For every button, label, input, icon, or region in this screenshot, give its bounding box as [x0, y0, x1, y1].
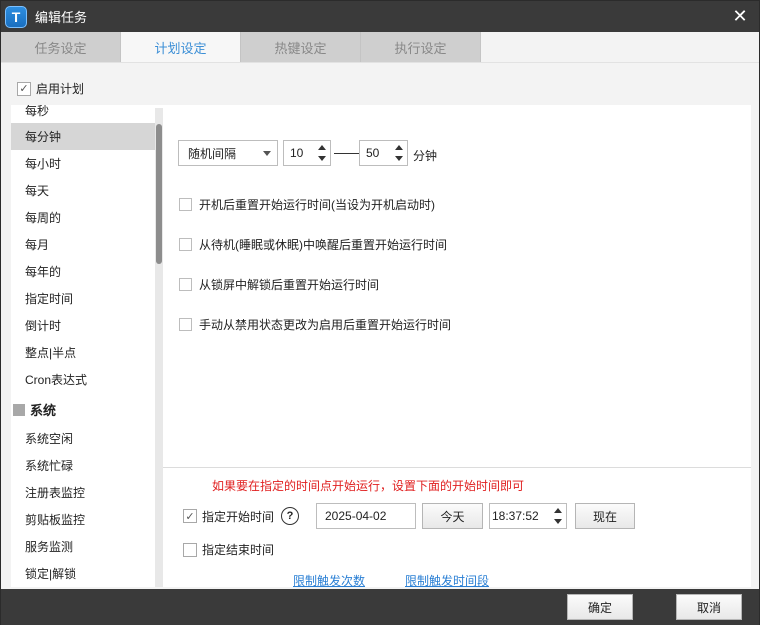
option-reset-on-boot[interactable]: 开机后重置开始运行时间(当设为开机启动时): [179, 196, 435, 213]
list-item-every-second[interactable]: 每秒: [11, 105, 155, 124]
tab-execution-settings[interactable]: 执行设定: [361, 32, 481, 62]
list-item-system-busy[interactable]: 系统忙碌: [11, 452, 155, 479]
ok-button[interactable]: 确定: [567, 594, 633, 620]
start-time-row[interactable]: ✓ 指定开始时间 ?: [183, 507, 300, 525]
stepper-arrows[interactable]: [393, 143, 405, 163]
dialog-footer: 确定 取消: [1, 589, 759, 625]
end-time-row[interactable]: 指定结束时间: [183, 541, 274, 558]
app-logo-icon: T: [5, 5, 27, 28]
increment-icon[interactable]: [554, 508, 562, 513]
cancel-button[interactable]: 取消: [676, 594, 742, 620]
option-label: 开机后重置开始运行时间(当设为开机启动时): [199, 198, 435, 212]
end-time-label: 指定结束时间: [202, 543, 275, 557]
enable-plan-label: 启用计划: [36, 82, 85, 96]
help-icon[interactable]: ?: [281, 507, 300, 525]
list-group-system[interactable]: 系统: [11, 396, 155, 423]
stepper-arrows[interactable]: [316, 143, 328, 163]
option-reset-on-enable[interactable]: 手动从禁用状态更改为启用后重置开始运行时间: [179, 316, 451, 333]
schedule-type-list: 每秒 每分钟 每小时 每天 每周的 每月 每年的 指定时间 倒计时 整点|半点 …: [11, 105, 163, 587]
option-label: 从锁屏中解锁后重置开始运行时间: [199, 278, 380, 292]
list-item-every-minute[interactable]: 每分钟: [11, 123, 155, 150]
list-item-monthly[interactable]: 每月: [11, 231, 155, 258]
list-item-specified-time[interactable]: 指定时间: [11, 285, 155, 312]
list-item-cron[interactable]: Cron表达式: [11, 366, 155, 393]
interval-mode-select[interactable]: 随机间隔: [178, 140, 278, 166]
interval-min-value: 10: [290, 146, 304, 160]
decrement-icon[interactable]: [395, 156, 403, 161]
option-checkbox[interactable]: [179, 318, 192, 331]
limit-count-link[interactable]: 限制触发次数: [293, 572, 365, 589]
list-item-clipboard-monitor[interactable]: 剪贴板监控: [11, 506, 155, 533]
start-time-stepper[interactable]: 18:37:52: [489, 503, 567, 529]
today-button[interactable]: 今天: [422, 503, 483, 529]
list-item-weekly[interactable]: 每周的: [11, 204, 155, 231]
limit-period-link[interactable]: 限制触发时间段: [405, 572, 489, 589]
start-date-field[interactable]: 2025-04-02: [316, 503, 416, 529]
list-item-lock-unlock[interactable]: 锁定|解锁: [11, 560, 155, 587]
interval-min-stepper[interactable]: 10: [283, 140, 331, 166]
end-time-checkbox[interactable]: [183, 542, 197, 557]
interval-unit: 分钟: [413, 149, 438, 163]
list-item-on-the-hour[interactable]: 整点|半点: [11, 339, 155, 366]
tab-task-settings[interactable]: 任务设定: [1, 32, 121, 62]
option-checkbox[interactable]: [179, 278, 192, 291]
group-label: 系统: [30, 403, 57, 418]
stepper-arrows[interactable]: [552, 506, 564, 526]
increment-icon[interactable]: [318, 145, 326, 150]
option-checkbox[interactable]: [179, 238, 192, 251]
close-icon[interactable]: ✕: [729, 4, 751, 28]
now-button[interactable]: 现在: [575, 503, 635, 529]
list-item-registry-monitor[interactable]: 注册表监控: [11, 479, 155, 506]
collapse-icon: [13, 403, 25, 416]
list-scrollbar-thumb[interactable]: [156, 124, 162, 264]
list-item-every-day[interactable]: 每天: [11, 177, 155, 204]
option-label: 手动从禁用状态更改为启用后重置开始运行时间: [199, 318, 452, 332]
decrement-icon[interactable]: [318, 156, 326, 161]
list-item-system-idle[interactable]: 系统空闲: [11, 425, 155, 452]
list-scrollbar[interactable]: [155, 108, 163, 587]
chevron-down-icon: [263, 151, 271, 156]
title-bar: T 编辑任务 ✕: [1, 1, 759, 32]
decrement-icon[interactable]: [554, 519, 562, 524]
edit-task-window: T 编辑任务 ✕ 任务设定 计划设定 热键设定 执行设定 ✓ 启用计划 每秒 每…: [0, 0, 760, 625]
list-item-yearly[interactable]: 每年的: [11, 258, 155, 285]
start-time-value: 18:37:52: [492, 509, 539, 523]
increment-icon[interactable]: [395, 145, 403, 150]
tab-divider: [1, 62, 759, 63]
interval-mode-value: 随机间隔: [188, 146, 237, 161]
interval-max-value: 50: [366, 146, 380, 160]
start-date-value: 2025-04-02: [325, 509, 387, 523]
option-checkbox[interactable]: [179, 198, 192, 211]
interval-max-stepper[interactable]: 50: [359, 140, 408, 166]
start-time-checkbox[interactable]: ✓: [183, 509, 197, 523]
option-reset-on-wake[interactable]: 从待机(睡眠或休眠)中唤醒后重置开始运行时间: [179, 236, 447, 253]
list-item-service-monitor[interactable]: 服务监测: [11, 533, 155, 560]
enable-plan-row[interactable]: ✓ 启用计划: [17, 80, 84, 97]
start-time-hint: 如果要在指定的时间点开始运行，设置下面的开始时间即可: [212, 479, 525, 493]
start-time-label: 指定开始时间: [202, 509, 275, 524]
list-item-countdown[interactable]: 倒计时: [11, 312, 155, 339]
option-label: 从待机(睡眠或休眠)中唤醒后重置开始运行时间: [199, 238, 447, 252]
enable-plan-checkbox[interactable]: ✓: [17, 81, 31, 96]
list-item-every-hour[interactable]: 每小时: [11, 150, 155, 177]
window-title: 编辑任务: [35, 10, 88, 25]
range-dash: [334, 153, 359, 154]
tab-schedule-settings[interactable]: 计划设定: [121, 32, 241, 62]
tab-bar: 任务设定 计划设定 热键设定 执行设定: [1, 32, 481, 62]
option-reset-on-unlock[interactable]: 从锁屏中解锁后重置开始运行时间: [179, 276, 379, 293]
tab-hotkey-settings[interactable]: 热键设定: [241, 32, 361, 62]
